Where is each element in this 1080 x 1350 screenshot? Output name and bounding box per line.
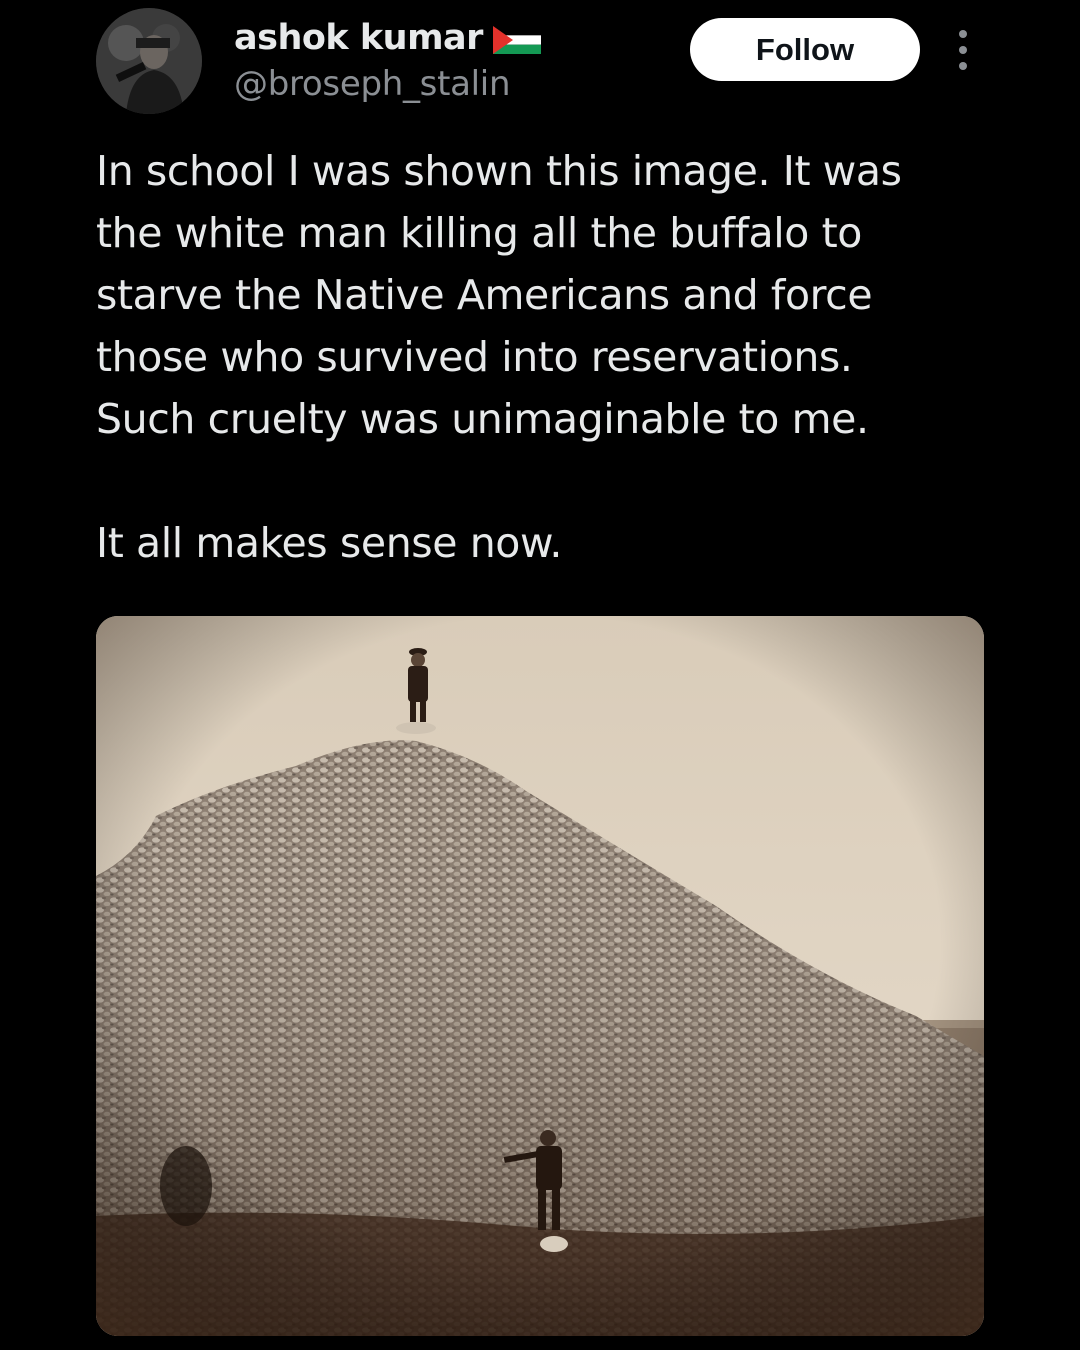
display-name[interactable]: ashok kumar (234, 18, 483, 58)
more-options-icon[interactable] (948, 30, 978, 70)
user-handle[interactable]: @broseph_stalin (234, 64, 511, 104)
tweet-line: the white man killing all the buffalo to (96, 209, 862, 257)
dot (959, 30, 967, 38)
tweet-line: In school I was shown this image. It was (96, 147, 902, 195)
tweet-screenshot: ashok kumar @broseph_stalin Follow In sc… (0, 0, 1080, 1350)
user-avatar[interactable] (96, 8, 202, 114)
display-name-row[interactable]: ashok kumar (234, 14, 541, 62)
tweet-line: Such cruelty was unimaginable to me. (96, 395, 869, 443)
tweet-closing-line: It all makes sense now. (96, 519, 562, 567)
tweet-line: those who survived into reservations. (96, 333, 853, 381)
palestine-flag-icon (492, 26, 541, 54)
tweet-line: starve the Native Americans and force (96, 271, 873, 319)
dot (959, 62, 967, 70)
tweet-photo[interactable] (96, 616, 984, 1336)
dot (959, 46, 967, 54)
tweet-text: In school I was shown this image. It was… (96, 140, 996, 574)
follow-button[interactable]: Follow (690, 18, 920, 81)
